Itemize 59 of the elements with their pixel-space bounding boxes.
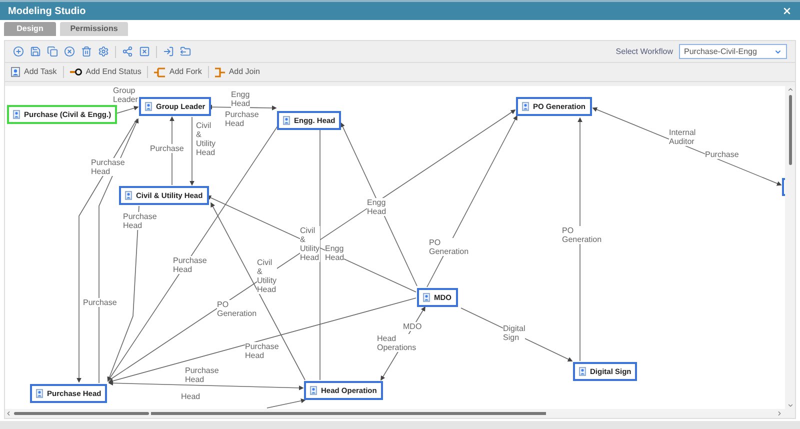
- close-circle-icon[interactable]: [64, 46, 75, 57]
- edge-label: Engg Head: [325, 244, 344, 262]
- toolbar-button[interactable]: Add Join: [214, 66, 260, 78]
- edge-label: PO Generation: [217, 300, 257, 318]
- scroll-right-icon[interactable]: [776, 410, 783, 417]
- edge-label: Digital Sign: [503, 324, 526, 342]
- edge-label: Purchase Head: [173, 256, 207, 274]
- workflow-label: Select Workflow: [616, 46, 673, 58]
- person-icon: [145, 102, 152, 111]
- edge-label: Purchase Head: [185, 366, 219, 384]
- edge-label: Civil & Utility Head: [300, 226, 320, 262]
- close-icon[interactable]: [782, 6, 792, 16]
- add-icon[interactable]: [13, 46, 24, 57]
- task-icon: [11, 67, 20, 77]
- edge-label: PO Generation: [429, 238, 469, 256]
- edge-label: Head Operations: [377, 334, 416, 352]
- copy-icon[interactable]: [47, 46, 58, 57]
- person-icon: [310, 386, 317, 395]
- edge-label: PO Generation: [562, 226, 602, 244]
- edge-label: Purchase: [705, 150, 739, 159]
- scroll-up-icon[interactable]: [786, 86, 794, 93]
- fork-icon: [154, 66, 166, 78]
- person-icon: [522, 102, 529, 111]
- settings-icon[interactable]: [98, 46, 109, 57]
- person-icon: [125, 191, 132, 200]
- edge-label: Purchase Head: [245, 342, 279, 360]
- edge-label: Purchase Head: [91, 158, 125, 176]
- workflow-select[interactable]: Purchase-Civil-Engg: [679, 44, 787, 59]
- edge-label: Group Leader: [113, 86, 138, 104]
- person-icon: [423, 293, 430, 302]
- toolbar-button[interactable]: Add Fork: [154, 66, 202, 78]
- edge-label: MDO: [403, 322, 422, 331]
- edge-label: Internal Auditor: [669, 128, 696, 146]
- edge-label: Purchase Head: [123, 212, 157, 230]
- trash-icon[interactable]: [81, 46, 92, 57]
- person-icon: [36, 389, 43, 398]
- tab[interactable]: Permissions: [60, 22, 128, 36]
- edge-label: Purchase: [83, 298, 117, 307]
- scroll-left-icon[interactable]: [5, 410, 12, 417]
- key-icon: [70, 68, 82, 76]
- edge-label: Purchase: [150, 144, 184, 153]
- scroll-down-icon[interactable]: [786, 402, 794, 409]
- edge-label: Engg Head: [367, 198, 386, 216]
- toolbar-button[interactable]: Add End Status: [70, 66, 142, 78]
- edge-label: Engg Head: [231, 90, 250, 108]
- toolbar-button[interactable]: Add Task: [11, 66, 57, 78]
- save-icon[interactable]: [30, 46, 41, 57]
- join-icon: [214, 66, 225, 78]
- edge-label: Civil & Utility Head: [257, 258, 277, 294]
- person-icon: [579, 367, 586, 376]
- edge-label: Purchase Head: [225, 110, 259, 128]
- person-icon: [283, 116, 290, 125]
- edge-label: Civil & Utility Head: [196, 121, 216, 157]
- import-icon[interactable]: [163, 46, 174, 57]
- window-title: Modeling Studio: [8, 4, 86, 18]
- edge-label: Head: [181, 392, 200, 401]
- dropdown-icon: [774, 48, 782, 56]
- horizontal-scrollbar[interactable]: [5, 409, 795, 418]
- person-icon: [13, 110, 20, 119]
